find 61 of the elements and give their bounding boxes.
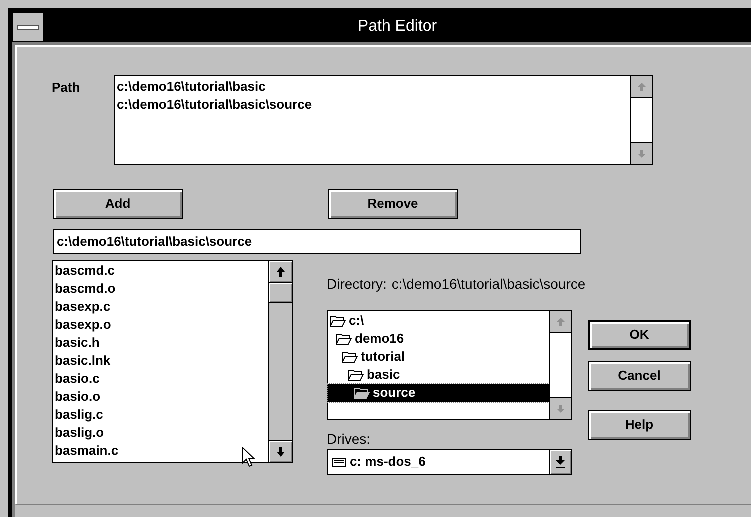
up-arrow-icon	[276, 266, 284, 276]
dash-icon	[17, 24, 39, 30]
dialog-button[interactable]: Cancel	[588, 361, 691, 391]
directory-path: c:\demo16\tutorial\basic\source	[392, 275, 586, 294]
window-title: Path Editor	[356, 17, 438, 37]
folder-icon	[348, 369, 364, 381]
file-item[interactable]: baslig.o	[55, 424, 104, 442]
folder-icon	[330, 315, 346, 327]
system-menu-button[interactable]	[12, 12, 44, 42]
scroll-down-button[interactable]	[631, 142, 652, 164]
file-list[interactable]: bascmd.c bascmd.o basexp.c basexp.o basic.h basic.lnk basio.c basio.o baslig.c baslig.o basmain.c	[52, 260, 293, 463]
path-entry[interactable]: c:\demo16\tutorial\basic\source	[117, 96, 630, 114]
dropdown-button[interactable]	[549, 450, 571, 474]
directory-label: Directory:	[327, 275, 387, 294]
remove-button[interactable]: Remove	[328, 189, 458, 219]
up-arrow-icon	[638, 82, 646, 90]
file-item[interactable]: basexp.c	[55, 298, 111, 316]
folder-item[interactable]: source	[328, 384, 549, 402]
file-item[interactable]: basio.c	[55, 370, 100, 388]
down-arrow-icon	[556, 456, 565, 468]
file-item[interactable]: basmain.c	[55, 442, 119, 460]
scroll-thumb[interactable]	[269, 283, 292, 303]
file-item[interactable]: basic.h	[55, 334, 100, 352]
file-item[interactable]: bascmd.o	[55, 280, 116, 298]
scroll-up-button[interactable]	[631, 76, 652, 98]
scroll-up-button[interactable]	[269, 261, 292, 283]
scrollbar[interactable]	[630, 76, 652, 164]
folder-item[interactable]: demo16	[328, 330, 549, 348]
drives-label: Drives:	[327, 430, 371, 449]
path-label: Path	[52, 79, 82, 97]
file-item[interactable]: baslig.c	[55, 406, 104, 424]
scrollbar[interactable]	[268, 261, 292, 462]
mouse-pointer-icon	[242, 447, 256, 468]
drives-dropdown[interactable]: c: ms-dos_6	[327, 449, 572, 475]
file-item[interactable]: basic.lnk	[55, 352, 111, 370]
path-entry[interactable]: c:\demo16\tutorial\basic	[117, 78, 630, 96]
file-item[interactable]: basio.o	[55, 388, 101, 406]
dialog-button[interactable]: Help	[588, 410, 691, 440]
scroll-up-button[interactable]	[550, 311, 571, 333]
folder-icon	[354, 387, 370, 399]
folder-item[interactable]: c:\	[328, 312, 549, 330]
folder-item[interactable]: tutorial	[328, 348, 549, 366]
down-arrow-icon	[638, 150, 646, 158]
file-item[interactable]: basexp.o	[55, 316, 112, 334]
scrollbar[interactable]	[549, 311, 571, 419]
directory-tree[interactable]: c:\ demo16 tutorial basic source	[327, 310, 572, 420]
scroll-down-button[interactable]	[269, 440, 292, 462]
add-button[interactable]: Add	[53, 189, 183, 219]
up-arrow-icon	[556, 318, 564, 326]
path-input-field[interactable]: c:\demo16\tutorial\basic\source	[53, 229, 581, 254]
folder-icon	[336, 333, 352, 345]
folder-item[interactable]: basic	[328, 366, 549, 384]
file-item[interactable]: bascmd.c	[55, 262, 115, 280]
down-arrow-icon	[556, 404, 564, 412]
drives-value: c: ms-dos_6	[350, 453, 427, 472]
drive-icon	[332, 458, 346, 466]
folder-icon	[342, 351, 358, 363]
down-arrow-icon	[276, 446, 284, 456]
scroll-down-button[interactable]	[550, 397, 571, 419]
dialog-button[interactable]: OK	[588, 320, 691, 350]
path-list[interactable]: c:\demo16\tutorial\basic c:\demo16\tutorial\basic\source	[114, 75, 653, 165]
